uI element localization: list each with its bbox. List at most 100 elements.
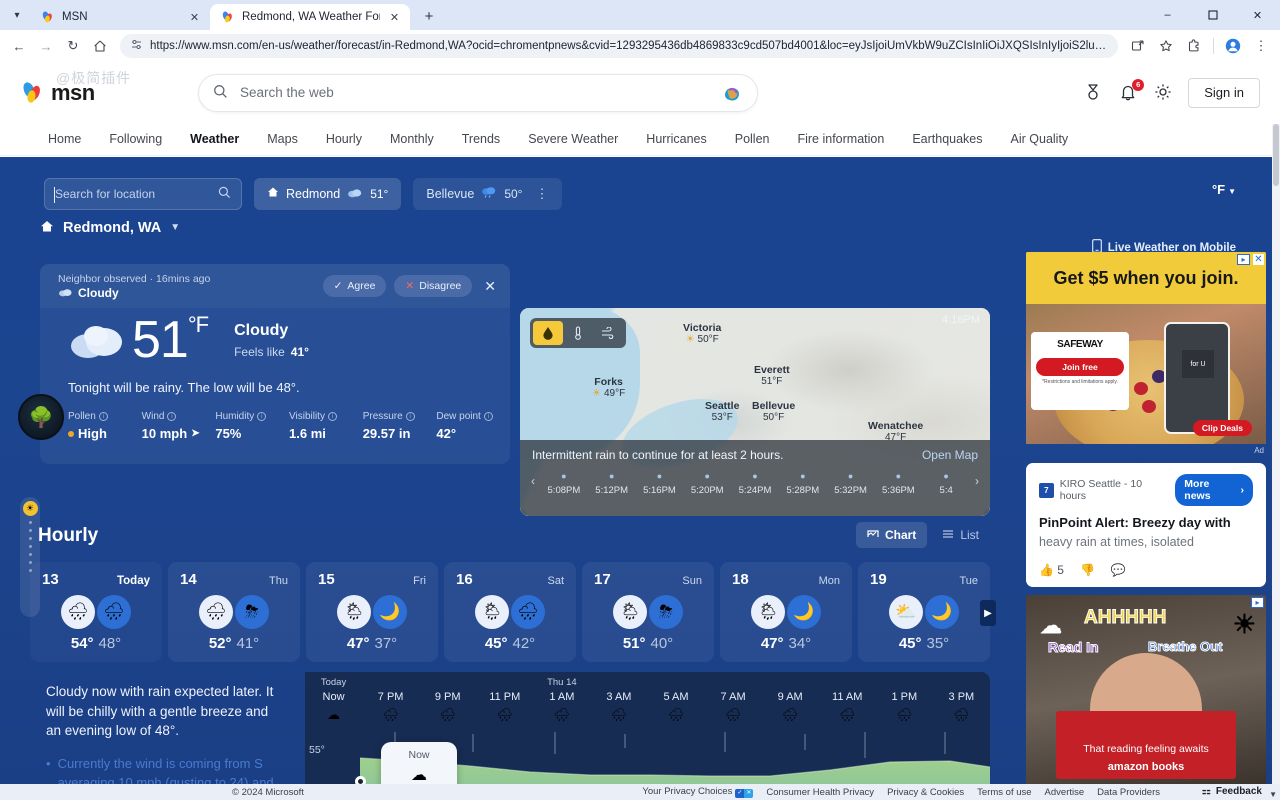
reload-icon[interactable]: ↻ — [60, 33, 86, 59]
like-button[interactable]: 👍 5 — [1039, 563, 1064, 577]
info-icon[interactable]: i — [484, 412, 493, 421]
timeline-tick[interactable]: ●5:24PM — [731, 466, 779, 496]
location-search-input[interactable]: Search for location — [44, 178, 242, 210]
search-input[interactable]: Search the web — [198, 74, 758, 112]
nav-item-hourly[interactable]: Hourly — [312, 123, 376, 156]
location-menu-icon[interactable]: ⋮ — [529, 186, 549, 202]
split-screen-icon[interactable] — [1125, 33, 1151, 59]
footer-link-privacy-choices[interactable]: Your Privacy Choices✓✕ — [642, 786, 753, 798]
address-bar[interactable]: https://www.msn.com/en-us/weather/foreca… — [120, 34, 1118, 58]
more-news-button[interactable]: More news › — [1175, 474, 1253, 506]
scroll-down-icon[interactable]: ▼ — [1269, 790, 1277, 799]
day-card[interactable]: 18Mon 🌦🌙 47°34° — [720, 562, 852, 662]
day-card[interactable]: 16Sat 🌦🌧 45°42° — [444, 562, 576, 662]
adchoices-icon[interactable]: ▸ — [1251, 597, 1264, 608]
timeline-tick[interactable]: ●5:28PM — [779, 466, 827, 496]
location-chip-redmond[interactable]: Redmond 51° — [254, 178, 401, 210]
nav-item-trends[interactable]: Trends — [448, 123, 514, 156]
nav-item-severe-weather[interactable]: Severe Weather — [514, 123, 632, 156]
advertisement-amazon-books[interactable]: ▸ AHHHHH Read In Breathe Out ☀ ☁ That re… — [1026, 595, 1266, 784]
radar-map-card[interactable]: 4:16PM Victoria ☀50°F — [520, 308, 990, 516]
profile-icon[interactable] — [1220, 33, 1246, 59]
ad-cta-button[interactable]: Join free — [1036, 358, 1124, 376]
copilot-icon[interactable] — [721, 82, 743, 104]
current-location-header[interactable]: Redmond, WA ▼ — [0, 213, 1280, 236]
back-icon[interactable]: ← — [6, 33, 32, 59]
bookmark-icon[interactable] — [1153, 33, 1179, 59]
close-icon[interactable]: ✕ — [187, 10, 202, 25]
info-icon[interactable]: i — [167, 412, 176, 421]
page-scrollbar[interactable] — [1272, 124, 1280, 784]
map-timeline[interactable]: ‹ ●5:08PM ●5:12PM ●5:16PM ●5:20PM ●5:24P… — [520, 462, 990, 496]
forward-icon[interactable]: → — [33, 33, 59, 59]
precipitation-icon[interactable] — [533, 321, 563, 345]
browser-menu-icon[interactable]: ⋮ — [1248, 33, 1274, 59]
dislike-button[interactable]: 👎 — [1080, 563, 1095, 577]
home-icon[interactable] — [87, 33, 113, 59]
day-card[interactable]: 17Sun 🌦⛈ 51°40° — [582, 562, 714, 662]
feedback-button[interactable]: ⚏ Feedback — [1202, 784, 1262, 799]
timeline-tick[interactable]: ●5:36PM — [874, 466, 922, 496]
nav-item-weather[interactable]: Weather — [176, 123, 253, 156]
info-icon[interactable]: i — [257, 412, 266, 421]
news-card[interactable]: 7 KIRO Seattle - 10 hours More news › Pi… — [1026, 463, 1266, 587]
info-icon[interactable]: i — [406, 412, 415, 421]
timeline-tick[interactable]: ●5:20PM — [683, 466, 731, 496]
rewards-icon[interactable] — [1083, 82, 1105, 104]
tab-chart[interactable]: Chart — [856, 522, 927, 548]
day-strip-next-button[interactable]: ▶ — [980, 600, 996, 626]
nav-item-monthly[interactable]: Monthly — [376, 123, 448, 156]
chevron-down-icon[interactable]: ▼ — [170, 222, 180, 233]
temperature-icon[interactable] — [563, 321, 593, 345]
disagree-button[interactable]: ✕ Disagree — [394, 275, 472, 297]
nav-item-pollen[interactable]: Pollen — [721, 123, 784, 156]
info-icon[interactable]: i — [99, 412, 108, 421]
footer-link-terms[interactable]: Terms of use — [977, 787, 1031, 798]
scrollbar-thumb[interactable] — [1273, 124, 1279, 186]
timeline-tick[interactable]: ●5:08PM — [540, 466, 588, 496]
timeline-prev-icon[interactable]: ‹ — [526, 474, 540, 488]
agree-button[interactable]: ✓ Agree — [323, 275, 387, 297]
close-window-button[interactable]: ✕ — [1235, 0, 1280, 30]
unit-toggle-button[interactable]: °F▼ — [1212, 182, 1236, 197]
temperature-chart[interactable]: Today Now ☁ 7 PM🌧 9 PM🌧 11 PM🌧 Thu 14 1 … — [305, 672, 990, 784]
day-card[interactable]: 15Fri 🌦🌙 47°37° — [306, 562, 438, 662]
maximize-button[interactable] — [1190, 0, 1235, 30]
timeline-next-icon[interactable]: › — [970, 474, 984, 488]
nav-item-hurricanes[interactable]: Hurricanes — [632, 123, 720, 156]
footer-link-data-providers[interactable]: Data Providers — [1097, 787, 1160, 798]
search-icon[interactable] — [218, 186, 231, 202]
nav-item-fire-information[interactable]: Fire information — [783, 123, 898, 156]
nav-item-following[interactable]: Following — [95, 123, 176, 156]
minimize-button[interactable]: – — [1145, 0, 1190, 30]
floating-avatar-widget[interactable]: 🌳 — [18, 394, 64, 440]
footer-link-privacy-cookies[interactable]: Privacy & Cookies — [887, 787, 964, 798]
notifications-icon[interactable]: 6 — [1118, 82, 1140, 104]
open-map-link[interactable]: Open Map — [922, 448, 978, 462]
tab-list-chevron-icon[interactable]: ▾ — [4, 2, 30, 28]
new-tab-button[interactable]: + — [416, 3, 442, 29]
day-card[interactable]: 14Thu 🌧⛈ 52°41° — [168, 562, 300, 662]
timeline-tick[interactable]: ●5:12PM — [588, 466, 636, 496]
ad-clip-deals-badge[interactable]: Clip Deals — [1193, 420, 1252, 436]
sign-in-button[interactable]: Sign in — [1188, 78, 1260, 108]
nav-item-maps[interactable]: Maps — [253, 123, 312, 156]
location-chip-bellevue[interactable]: Bellevue 50° ⋮ — [413, 178, 562, 210]
close-icon[interactable]: ✕ — [1253, 254, 1264, 265]
nav-item-air-quality[interactable]: Air Quality — [997, 123, 1083, 156]
advertisement-safeway[interactable]: ▸ ✕ Get $5 when you join. — [1026, 252, 1266, 444]
comment-button[interactable]: 💬 — [1111, 563, 1126, 577]
gear-icon[interactable] — [1153, 82, 1175, 104]
wind-icon[interactable] — [593, 321, 623, 345]
info-icon[interactable]: i — [328, 412, 337, 421]
tab-list[interactable]: List — [931, 522, 990, 548]
browser-tab-msn[interactable]: MSN ✕ — [30, 4, 210, 30]
adchoices-icon[interactable]: ▸ — [1237, 254, 1250, 265]
footer-link-consumer-health[interactable]: Consumer Health Privacy — [766, 787, 874, 798]
close-icon[interactable]: ✕ — [387, 10, 402, 25]
day-card[interactable]: 13Today 🌧🌧 54°48° — [30, 562, 162, 662]
browser-tab-weather[interactable]: Redmond, WA Weather Foreca ✕ — [210, 4, 410, 30]
day-card[interactable]: 19Tue ⛅🌙 45°35° — [858, 562, 990, 662]
nav-item-home[interactable]: Home — [20, 123, 95, 156]
extensions-icon[interactable] — [1181, 33, 1207, 59]
